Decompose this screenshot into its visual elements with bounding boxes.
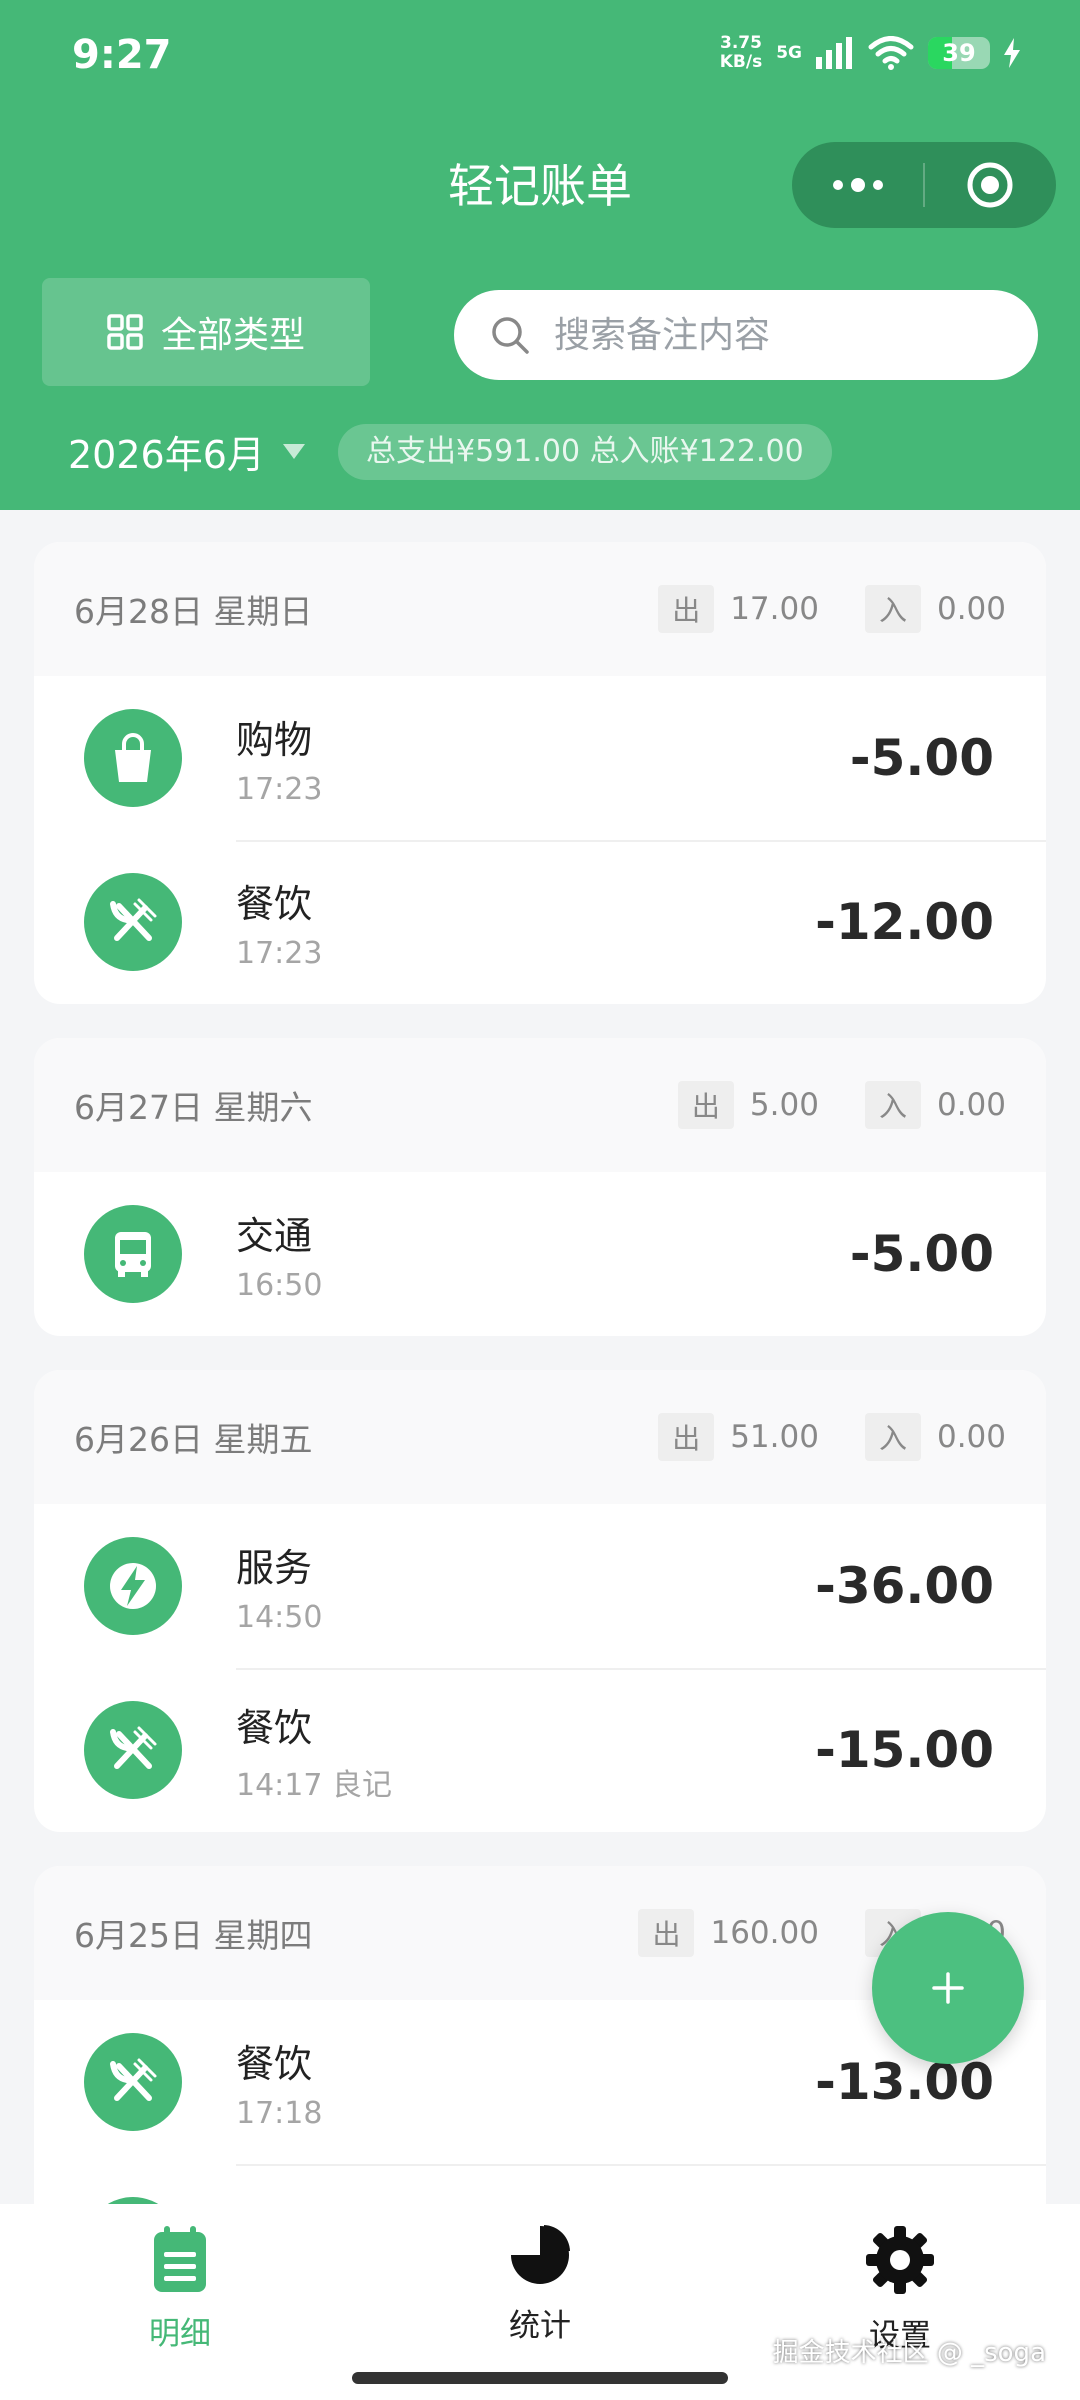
bottom-tab-bar: 明细 统计 设置 — [0, 2204, 1080, 2400]
signal-group: 5G — [776, 42, 802, 63]
caret-down-icon — [282, 444, 305, 459]
status-bar: 9:27 3.75 KB/s 5G 39 — [0, 0, 1080, 120]
search-input[interactable] — [554, 314, 974, 356]
expense-tag: 出 — [658, 585, 715, 633]
transaction-text: 服务 14:50 — [236, 1537, 815, 1635]
transaction-list: 6月28日 星期日出 17.00 入 0.00 购物 17:23 -5.00 餐饮 17:23-… — [34, 542, 1046, 2362]
transaction-amount: -12.00 — [815, 893, 994, 951]
transaction-row[interactable]: 购物 17:23 -5.00 — [34, 676, 1046, 840]
day-expense: 160.00 — [710, 1915, 819, 1951]
transaction-amount: -5.00 — [849, 729, 994, 787]
lightning-icon — [84, 1537, 182, 1635]
day-card: 6月26日 星期五 出 51.00 入 0.00 服务 14:50 -36.00 餐饮 14:17… — [34, 1370, 1046, 1832]
battery-level: 39 — [942, 39, 976, 67]
transaction-amount: -15.00 — [815, 1721, 994, 1779]
transaction-category: 餐饮 — [236, 2042, 313, 2086]
income-tag: 入 — [864, 1413, 921, 1461]
tab-label-details: 明细 — [149, 2316, 211, 2352]
home-indicator[interactable] — [352, 2372, 728, 2384]
app-header: 9:27 3.75 KB/s 5G 39 轻记账单 全部类型 搜索备注内容 20… — [0, 0, 1080, 510]
day-header: 6月28日 星期日 出 17.00 入 0.00 — [34, 542, 1046, 676]
mini-program-capsule — [792, 142, 1056, 228]
transaction-text: 购物 17:23 — [236, 709, 850, 807]
expense-tag: 出 — [658, 1413, 715, 1461]
day-header: 6月26日 星期五 出 51.00 入 0.00 — [34, 1370, 1046, 1504]
charging-icon — [1004, 38, 1020, 68]
day-expense: 5.00 — [749, 1087, 819, 1123]
income-tag: 入 — [864, 1081, 921, 1129]
gear-icon — [866, 2226, 934, 2294]
transaction-category: 服务 — [236, 1546, 313, 1590]
month-picker[interactable]: 2026年6月 — [68, 424, 305, 479]
day-card: 6月27日 星期六 出 5.00 入 0.00 交通 16:50 -5.00 — [34, 1038, 1046, 1336]
wifi-icon — [868, 36, 914, 70]
day-expense: 51.00 — [730, 1419, 819, 1455]
income-tag: 入 — [864, 585, 921, 633]
transaction-row[interactable]: 餐饮 14:17 良记 -15.00 — [34, 1668, 1046, 1832]
month-label: 2026年6月 — [68, 433, 265, 477]
signal-icon — [816, 37, 852, 69]
bus-icon — [84, 1205, 182, 1303]
tab-details[interactable]: 明细 — [80, 2224, 280, 2353]
type-filter-label: 全部类型 — [160, 315, 305, 356]
transaction-category: 购物 — [236, 718, 313, 762]
search-box[interactable] — [454, 290, 1038, 380]
transaction-category: 交通 — [236, 1214, 313, 1258]
day-income: 0.00 — [936, 1419, 1006, 1455]
transaction-amount: -36.00 — [815, 1557, 994, 1615]
pie-chart-icon — [511, 2225, 570, 2284]
more-dots-icon — [832, 178, 883, 192]
transaction-time: 17:23 — [236, 772, 323, 807]
watermark: 掘金技术社区 @ _soga — [772, 2338, 1046, 2368]
transaction-amount: -13.00 — [815, 2053, 994, 2111]
day-income: 0.00 — [936, 1087, 1006, 1123]
day-date: 6月28日 星期日 — [74, 592, 313, 631]
transaction-time: 17:23 — [236, 936, 323, 971]
transaction-category: 餐饮 — [236, 1705, 313, 1750]
transaction-row[interactable]: 餐饮 17:23 -12.00 — [34, 840, 1046, 1004]
tab-label-statistics: 统计 — [509, 2308, 571, 2344]
transaction-category: 餐饮 — [236, 882, 313, 926]
network-type: 5G — [776, 42, 802, 63]
notebook-icon — [154, 2226, 206, 2292]
grid-icon — [107, 314, 143, 350]
day-card: 6月28日 星期日 出 17.00 入 0.00 购物 17:23 -5.00 餐饮 17:23 -… — [34, 542, 1046, 1004]
day-header: 6月27日 星期六 出 5.00 入 0.00 — [34, 1038, 1046, 1172]
utensils-icon — [84, 1701, 182, 1799]
day-income: 0.00 — [936, 591, 1006, 627]
transaction-time: 14:17 良记 — [236, 1767, 392, 1803]
utensils-icon — [84, 873, 182, 971]
transaction-time: 14:50 — [236, 1600, 323, 1635]
close-miniprogram-button[interactable] — [925, 142, 1056, 228]
network-speed: 3.75 KB/s — [719, 33, 763, 72]
expense-tag: 出 — [677, 1081, 734, 1129]
month-summary: 总支出¥591.00 总入账¥122.00 — [338, 424, 832, 480]
day-expense: 17.00 — [730, 591, 819, 627]
more-button[interactable] — [792, 142, 923, 228]
shopping-bag-icon — [84, 709, 182, 807]
plus-icon — [932, 1972, 964, 2004]
add-record-button[interactable] — [872, 1912, 1024, 2064]
transaction-amount: -5.00 — [849, 1225, 994, 1283]
day-date: 6月25日 星期四 — [74, 1916, 313, 1955]
transaction-row[interactable]: 交通 16:50 -5.00 — [34, 1172, 1046, 1336]
day-date: 6月27日 星期六 — [74, 1088, 313, 1127]
transaction-text: 交通 16:50 — [236, 1205, 850, 1303]
status-icons: 3.75 KB/s 5G 39 — [720, 34, 1020, 72]
tab-statistics[interactable]: 统计 — [440, 2224, 640, 2345]
transaction-text: 餐饮 17:18 — [236, 2033, 815, 2131]
search-icon — [492, 317, 529, 354]
battery-indicator: 39 — [928, 37, 990, 69]
transaction-row[interactable]: 服务 14:50 -36.00 — [34, 1504, 1046, 1668]
status-time: 9:27 — [72, 32, 172, 78]
utensils-icon — [84, 2033, 182, 2131]
transaction-text: 餐饮 17:23 — [236, 873, 815, 971]
target-icon — [967, 162, 1013, 208]
transaction-time: 17:18 — [236, 2096, 323, 2131]
expense-tag: 出 — [638, 1909, 695, 1957]
transaction-time: 16:50 — [236, 1268, 323, 1303]
type-filter-button[interactable]: 全部类型 — [42, 278, 370, 386]
transaction-text: 餐饮 14:17 良记 — [236, 1697, 815, 1804]
day-date: 6月26日 星期五 — [74, 1420, 313, 1459]
